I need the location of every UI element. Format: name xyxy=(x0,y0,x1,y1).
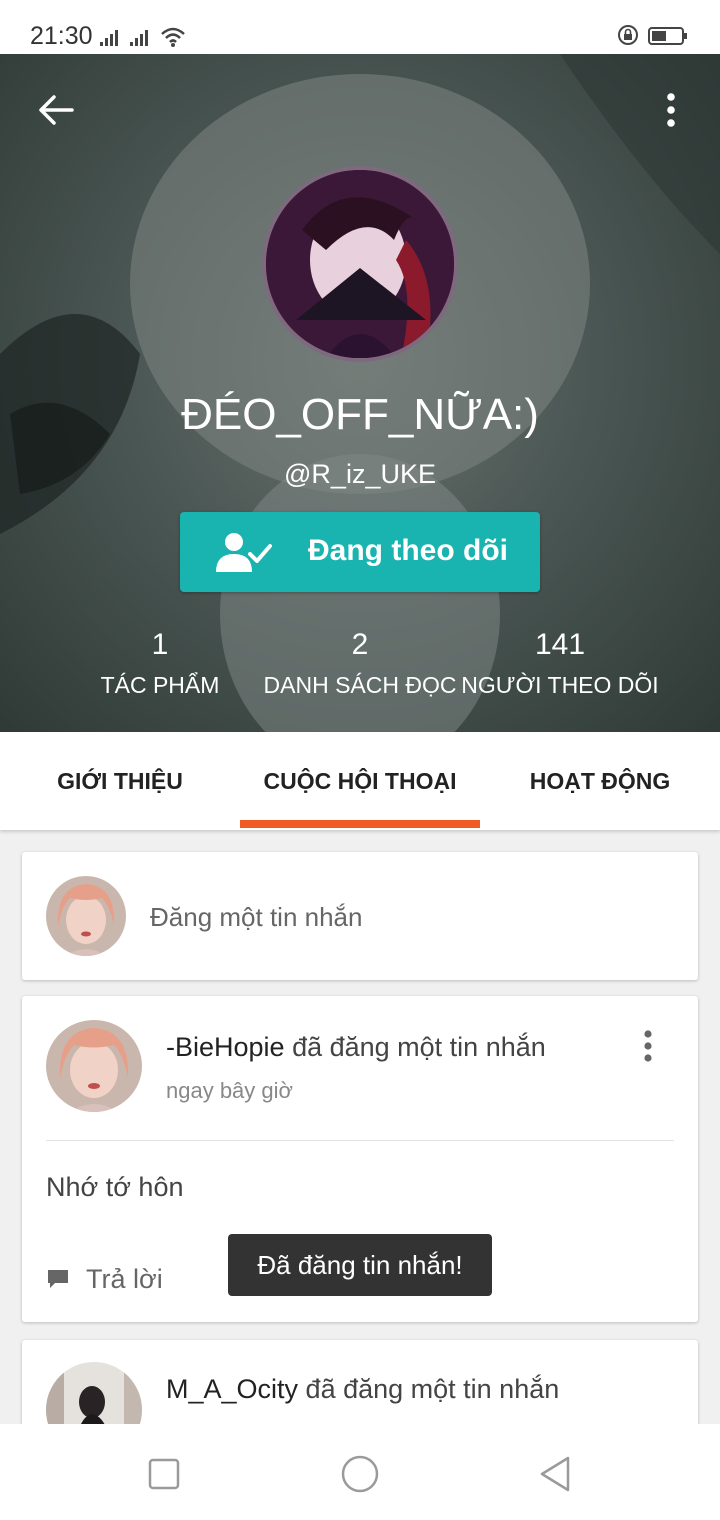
post-author-name[interactable]: -BieHopie xyxy=(166,1032,285,1062)
post-header: M_A_Ocity đã đăng một tin nhắn xyxy=(166,1374,559,1405)
toast-message: Đã đăng tin nhắn! xyxy=(228,1234,492,1296)
following-button[interactable]: Đang theo dõi xyxy=(180,512,540,592)
nav-square-icon[interactable] xyxy=(142,1452,186,1496)
display-name: ĐÉO_OFF_NỮA:) xyxy=(181,390,539,439)
divider xyxy=(46,1140,674,1141)
status-time: 21:30 xyxy=(30,22,93,50)
post-author-name[interactable]: M_A_Ocity xyxy=(166,1374,298,1404)
stat-label: DANH SÁCH ĐỌC xyxy=(263,672,457,698)
compose-card[interactable]: Đăng một tin nhắn xyxy=(22,852,698,980)
current-user-avatar xyxy=(46,876,126,956)
nav-circle-icon[interactable] xyxy=(338,1452,382,1496)
stat-value: 2 xyxy=(351,628,369,661)
comment-icon xyxy=(48,1270,68,1288)
stat-label: NGƯỜI THEO DÕI xyxy=(461,672,659,698)
nav-triangle-icon[interactable] xyxy=(534,1452,578,1496)
stat-followers[interactable]: 141 NGƯỜI THEO DÕI xyxy=(450,628,670,699)
stat-value: 1 xyxy=(151,628,169,661)
back-arrow-icon[interactable] xyxy=(34,88,78,132)
rotation-lock-icon xyxy=(618,25,638,45)
active-tab-indicator xyxy=(240,820,480,828)
status-bar: 21:30 xyxy=(0,0,720,54)
tab-activity[interactable]: HOẠT ĐỘNG xyxy=(480,732,720,830)
reply-label: Trả lời xyxy=(86,1264,163,1294)
stat-works[interactable]: 1 TÁC PHẨM xyxy=(50,628,270,699)
tab-conversations[interactable]: CUỘC HỘI THOẠI xyxy=(240,732,480,830)
signal-icon xyxy=(100,30,118,46)
stat-label: TÁC PHẨM xyxy=(100,672,220,698)
post-author-avatar[interactable] xyxy=(46,1020,142,1112)
battery-icon xyxy=(648,27,687,45)
post-action-text: đã đăng một tin nhắn xyxy=(298,1374,560,1404)
username: @R_iz_UKE xyxy=(284,459,436,489)
tab-about[interactable]: GIỚI THIỆU xyxy=(0,732,240,830)
post-action-text: đã đăng một tin nhắn xyxy=(284,1032,546,1062)
profile-avatar xyxy=(262,166,458,362)
stat-value: 141 xyxy=(534,628,586,661)
post-timestamp: ngay bây giờ xyxy=(166,1078,293,1103)
signal-icon-2 xyxy=(130,30,148,46)
more-vertical-icon[interactable] xyxy=(656,88,686,132)
compose-input[interactable]: Đăng một tin nhắn xyxy=(150,902,362,933)
post-body: Nhớ tớ hôn xyxy=(46,1172,184,1202)
stat-reading-lists[interactable]: 2 DANH SÁCH ĐỌC xyxy=(250,628,470,699)
profile-header: ĐÉO_OFF_NỮA:) @R_iz_UKE Đang theo dõi 1 … xyxy=(0,54,720,732)
profile-tabs: GIỚI THIỆU CUỘC HỘI THOẠI HOẠT ĐỘNG xyxy=(0,732,720,830)
following-button-label: Đang theo dõi xyxy=(308,534,508,567)
post-more-icon[interactable] xyxy=(638,1028,658,1068)
profile-avatar-image xyxy=(266,170,454,358)
post-header: -BieHopie đã đăng một tin nhắn xyxy=(166,1032,546,1063)
wifi-icon xyxy=(161,27,185,47)
system-nav-bar xyxy=(0,1424,720,1520)
user-check-icon xyxy=(216,533,272,572)
